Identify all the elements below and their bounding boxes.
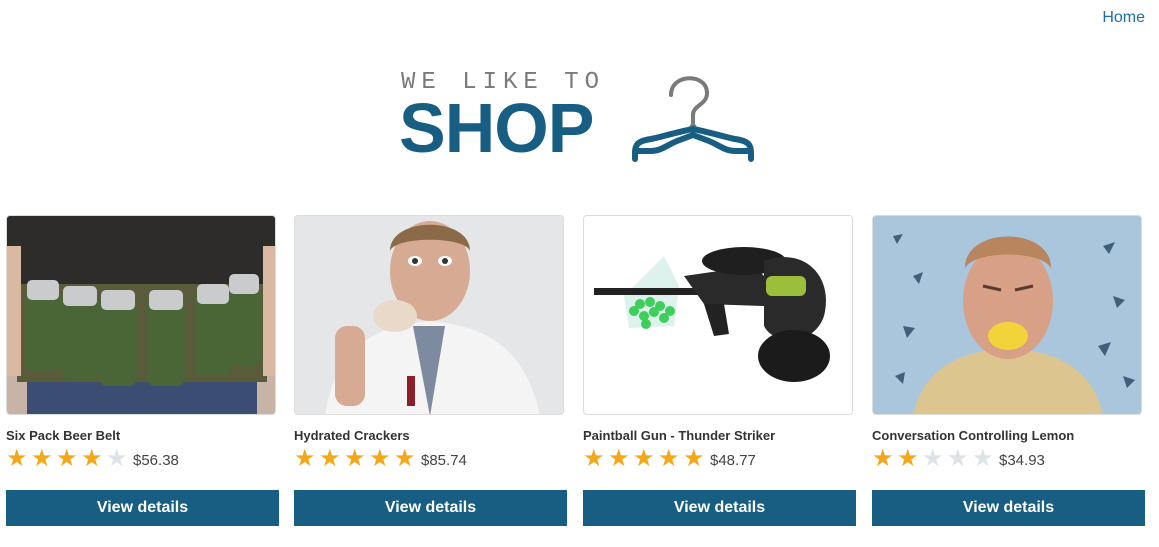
product-image[interactable] xyxy=(872,215,1142,415)
logo-wordmark: SHOP xyxy=(399,89,594,167)
home-link[interactable]: Home xyxy=(1102,9,1145,26)
product-title[interactable]: Six Pack Beer Belt xyxy=(6,428,279,444)
star-empty-icon: ★ xyxy=(106,445,128,472)
top-nav: Home xyxy=(1102,9,1145,27)
product-image[interactable] xyxy=(294,215,564,415)
hanger-icon xyxy=(632,76,754,162)
star-filled-icon: ★ xyxy=(872,445,894,472)
star-filled-icon: ★ xyxy=(294,445,316,472)
star-empty-icon: ★ xyxy=(922,445,944,472)
star-filled-icon: ★ xyxy=(683,445,705,472)
site-logo[interactable]: WE LIKE TO SHOP xyxy=(399,67,759,167)
product-grid: Six Pack Beer Belt ★ ★ ★ ★ ★ $56.38 View… xyxy=(0,215,1159,535)
product-card: Hydrated Crackers ★ ★ ★ ★ ★ $85.74 View … xyxy=(294,215,567,526)
star-filled-icon: ★ xyxy=(583,445,605,472)
star-filled-icon: ★ xyxy=(344,445,366,472)
product-title[interactable]: Paintball Gun - Thunder Striker xyxy=(583,428,856,444)
star-filled-icon: ★ xyxy=(81,445,103,472)
product-price: $56.38 xyxy=(133,452,179,469)
star-filled-icon: ★ xyxy=(56,445,78,472)
product-rating: ★ ★ ★ ★ ★ $34.93 xyxy=(872,447,1145,471)
star-filled-icon: ★ xyxy=(394,445,416,472)
product-price: $48.77 xyxy=(710,452,756,469)
product-card: Conversation Controlling Lemon ★ ★ ★ ★ ★… xyxy=(872,215,1145,526)
star-filled-icon: ★ xyxy=(658,445,680,472)
product-rating: ★ ★ ★ ★ ★ $56.38 xyxy=(6,447,279,471)
star-filled-icon: ★ xyxy=(608,445,630,472)
star-empty-icon: ★ xyxy=(972,445,994,472)
product-price: $85.74 xyxy=(421,452,467,469)
view-details-button[interactable]: View details xyxy=(583,490,856,526)
view-details-button[interactable]: View details xyxy=(294,490,567,526)
product-image[interactable] xyxy=(583,215,853,415)
view-details-button[interactable]: View details xyxy=(6,490,279,526)
product-rating: ★ ★ ★ ★ ★ $85.74 xyxy=(294,447,567,471)
star-filled-icon: ★ xyxy=(31,445,53,472)
product-card: Paintball Gun - Thunder Striker ★ ★ ★ ★ … xyxy=(583,215,856,526)
star-filled-icon: ★ xyxy=(897,445,919,472)
star-filled-icon: ★ xyxy=(319,445,341,472)
star-filled-icon: ★ xyxy=(6,445,28,472)
product-title[interactable]: Hydrated Crackers xyxy=(294,428,567,444)
product-title[interactable]: Conversation Controlling Lemon xyxy=(872,428,1145,444)
product-price: $34.93 xyxy=(999,452,1045,469)
star-filled-icon: ★ xyxy=(633,445,655,472)
product-image[interactable] xyxy=(6,215,276,415)
star-empty-icon: ★ xyxy=(947,445,969,472)
star-filled-icon: ★ xyxy=(369,445,391,472)
product-card: Six Pack Beer Belt ★ ★ ★ ★ ★ $56.38 View… xyxy=(6,215,279,526)
product-rating: ★ ★ ★ ★ ★ $48.77 xyxy=(583,447,856,471)
view-details-button[interactable]: View details xyxy=(872,490,1145,526)
